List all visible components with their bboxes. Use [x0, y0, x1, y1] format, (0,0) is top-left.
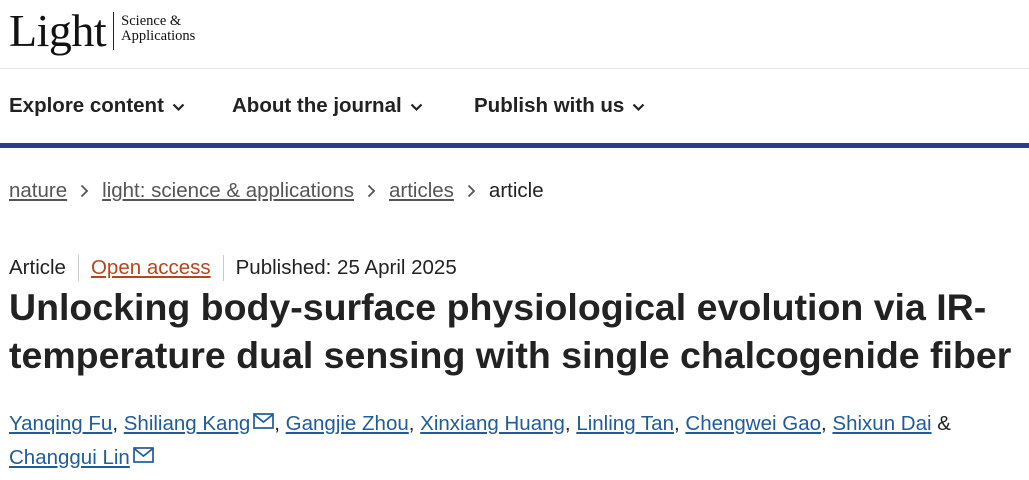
logo-subtitle-line2: Applications — [121, 28, 196, 44]
meta-divider — [77, 255, 79, 281]
nav-publish-with-us[interactable]: Publish with us — [474, 94, 645, 118]
chevron-right-icon — [80, 184, 89, 198]
author-separator: , — [821, 412, 827, 435]
author-link[interactable]: Chengwei Gao — [685, 412, 821, 435]
author-link[interactable]: Xinxiang Huang — [420, 412, 565, 435]
nav-label: Explore content — [9, 94, 164, 117]
author-link[interactable]: Linling Tan — [576, 412, 674, 435]
article-title: Unlocking body-surface physiological evo… — [9, 286, 1012, 376]
site-header: Light Science & Applications — [0, 0, 1029, 69]
nav-about-journal[interactable]: About the journal — [232, 94, 423, 118]
chevron-down-icon — [172, 94, 185, 118]
logo-subtitle: Science & Applications — [121, 14, 195, 44]
logo-divider — [113, 12, 115, 50]
meta-divider — [222, 255, 224, 281]
author-link[interactable]: Shixun Dai — [832, 412, 931, 435]
logo-wordmark: Light — [9, 5, 107, 56]
author-link[interactable]: Yanqing Fu — [9, 412, 112, 435]
nav-label: Publish with us — [474, 94, 625, 117]
author-separator: , — [274, 412, 280, 435]
author-link[interactable]: Gangjie Zhou — [286, 412, 409, 435]
chevron-right-icon — [367, 184, 376, 198]
article-meta: Article Open access Published: 25 April … — [9, 255, 457, 281]
chevron-down-icon — [632, 94, 645, 118]
author-separator: , — [112, 412, 119, 435]
journal-logo[interactable]: Light Science & Applications — [9, 6, 195, 56]
author-link[interactable]: Shiliang Kang — [124, 412, 251, 435]
breadcrumb-current: article — [488, 179, 544, 202]
nav-explore-content[interactable]: Explore content — [9, 94, 185, 118]
published-date: Published: 25 April 2025 — [235, 256, 457, 279]
breadcrumb-articles[interactable]: articles — [389, 179, 454, 203]
chevron-down-icon — [410, 94, 423, 118]
main-nav: Explore content About the journal Publis… — [0, 69, 1029, 143]
breadcrumb-nature[interactable]: nature — [9, 179, 67, 203]
open-access-link[interactable]: Open access — [91, 256, 211, 280]
nav-accent-rule — [0, 143, 1029, 148]
author-separator: , — [408, 412, 415, 435]
mail-icon[interactable] — [253, 406, 275, 439]
author-list: Yanqing Fu, Shiliang Kang, Gangjie Zhou,… — [9, 406, 1009, 474]
author-ampersand: & — [937, 412, 951, 435]
chevron-right-icon — [467, 184, 476, 198]
mail-icon[interactable] — [132, 440, 154, 473]
nav-label: About the journal — [232, 94, 402, 117]
author-separator: , — [564, 412, 571, 435]
logo-subtitle-line1: Science & — [121, 13, 182, 29]
author-link[interactable]: Changgui Lin — [9, 446, 130, 469]
author-separator: , — [673, 412, 680, 435]
article-type: Article — [9, 256, 66, 279]
breadcrumb-journal[interactable]: light: science & applications — [102, 179, 354, 203]
breadcrumb: nature light: science & applications art… — [9, 179, 544, 203]
